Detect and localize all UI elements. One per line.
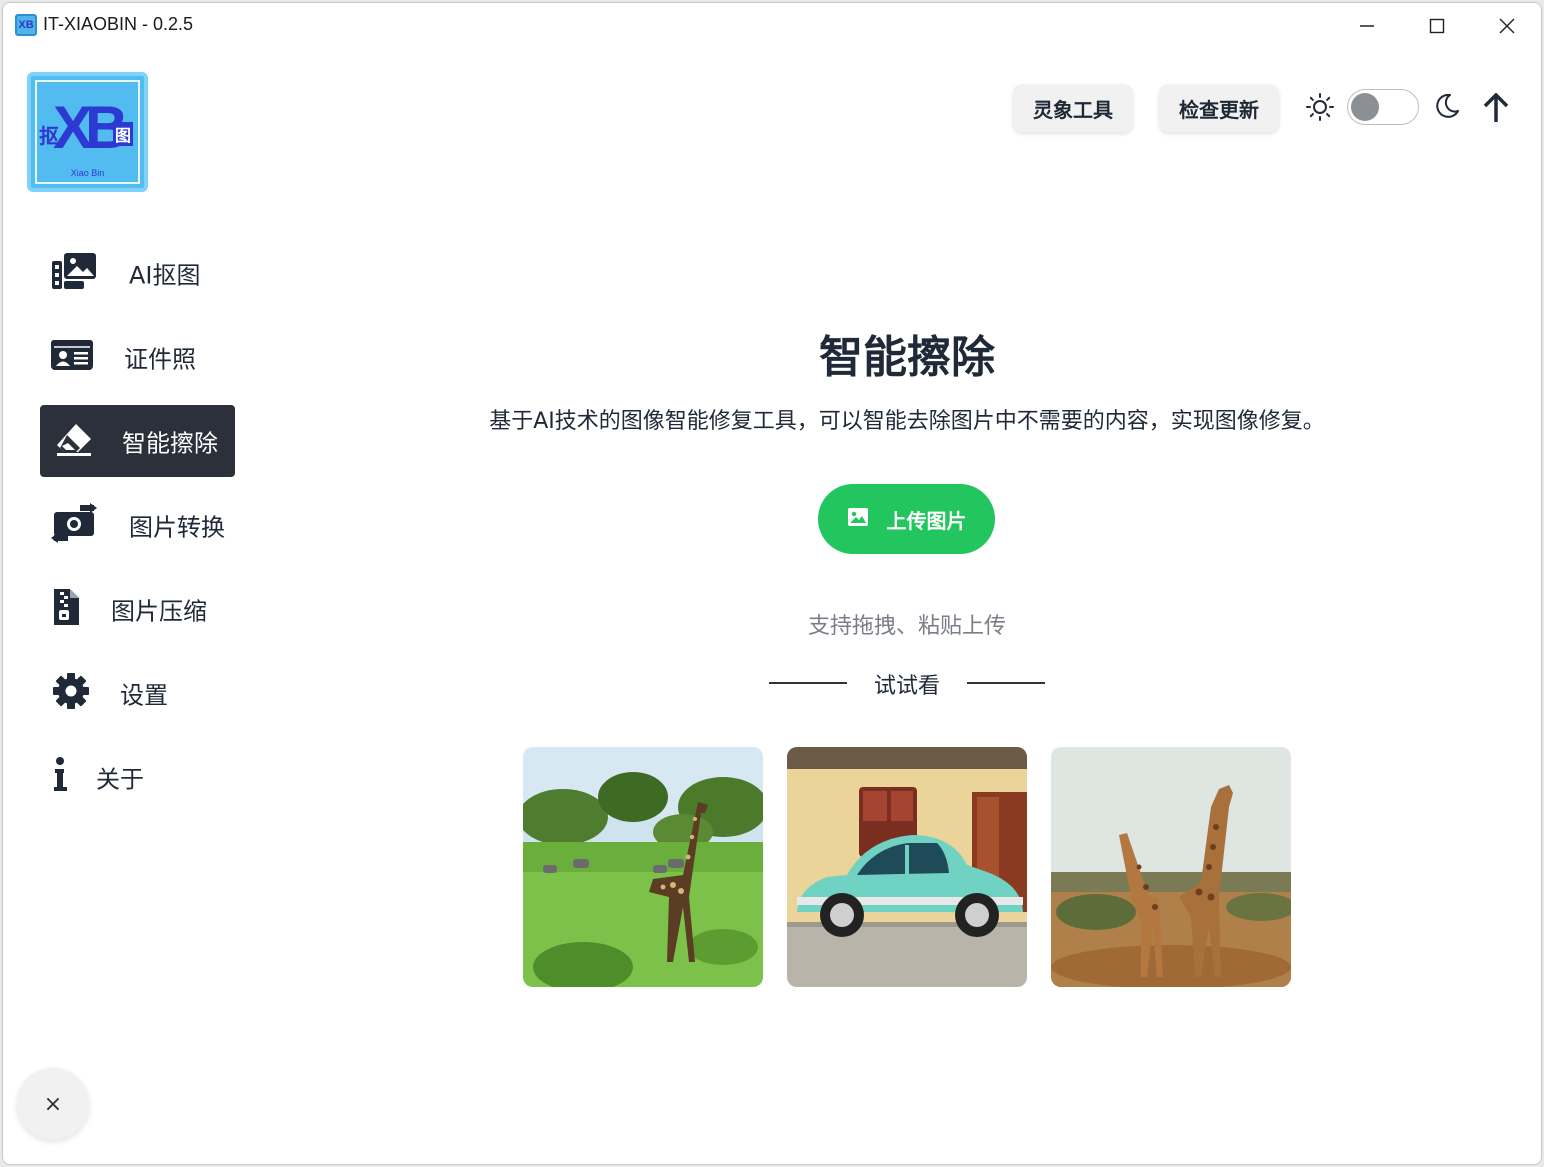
collapse-close-button[interactable]: ×: [17, 1068, 89, 1140]
sample-image-vintage-car[interactable]: [787, 747, 1027, 987]
minimize-button[interactable]: [1347, 9, 1387, 43]
window-title: IT-XIAOBIN - 0.2.5: [43, 14, 194, 34]
close-icon: ×: [43, 1091, 63, 1117]
image-icon: [847, 507, 869, 532]
page-title: 智能擦除: [819, 332, 995, 383]
sample-image-two-giraffes[interactable]: [1051, 747, 1291, 987]
info-icon: [52, 756, 70, 798]
logo-right-char: 图: [113, 122, 134, 146]
sidebar-item-settings[interactable]: 设置: [40, 657, 235, 729]
sidebar-item-label: 图片转换: [129, 513, 225, 542]
sun-icon: [1305, 92, 1335, 122]
arrow-up-icon[interactable]: [1481, 92, 1511, 124]
upload-image-button[interactable]: 上传图片: [818, 484, 995, 554]
maximize-button[interactable]: [1417, 9, 1457, 43]
toggle-knob: [1351, 93, 1379, 121]
tools-button[interactable]: 灵象工具: [1013, 84, 1133, 132]
app-window: XB IT-XIAOBIN - 0.2.5 抠 XB 图 Xiao Bin AI…: [2, 2, 1542, 1165]
upload-hint: 支持拖拽、粘贴上传: [807, 614, 1006, 639]
sidebar-item-ai-cutout[interactable]: AI抠图: [40, 237, 235, 309]
try-label: 试试看: [873, 674, 940, 699]
app-icon: XB: [15, 14, 37, 36]
image-gallery-icon: [50, 251, 98, 295]
sidebar-item-label: 关于: [96, 765, 144, 794]
try-divider: 试试看: [769, 668, 1045, 699]
sample-image-giraffe-savanna[interactable]: [523, 747, 763, 987]
maximize-icon: [1429, 18, 1445, 34]
divider-line-right: [967, 682, 1045, 684]
gear-icon: [52, 672, 90, 714]
check-update-button[interactable]: 检查更新: [1159, 84, 1279, 132]
logo-main-text: XB: [53, 94, 128, 161]
convert-image-icon: [50, 503, 98, 547]
sidebar-item-label: 设置: [120, 681, 168, 710]
sidebar-item-image-convert[interactable]: 图片转换: [40, 489, 235, 561]
minimize-icon: [1360, 25, 1374, 27]
app-logo: 抠 XB 图 Xiao Bin: [27, 72, 148, 192]
upload-button-label: 上传图片: [886, 508, 967, 533]
sidebar-item-about[interactable]: 关于: [40, 741, 235, 813]
sidebar-item-label: AI抠图: [129, 261, 201, 290]
logo-subtitle: Xiao Bin: [70, 168, 105, 178]
moon-icon: [1433, 92, 1461, 120]
title-bar: XB IT-XIAOBIN - 0.2.5: [3, 3, 1541, 47]
close-icon: [1499, 18, 1515, 34]
theme-toggle[interactable]: [1347, 89, 1419, 125]
close-window-button[interactable]: [1487, 9, 1527, 43]
page-description: 基于AI技术的图像智能修复工具，可以智能去除图片中不需要的内容，实现图像修复。: [489, 409, 1325, 434]
